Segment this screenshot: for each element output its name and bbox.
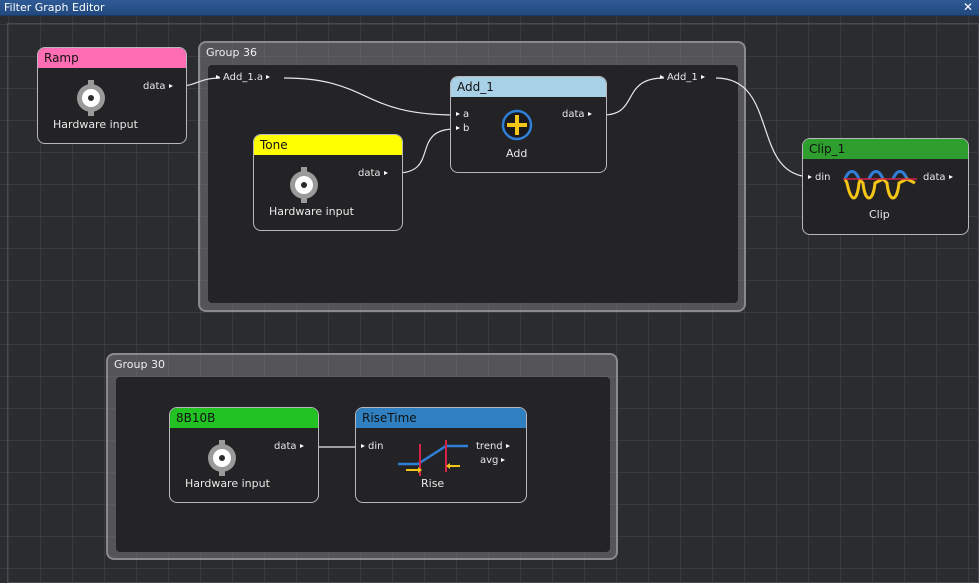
plus-circle-icon (501, 109, 533, 141)
triangle-icon (948, 175, 953, 179)
input-port-a[interactable]: a (453, 109, 469, 120)
triangle-icon (456, 112, 460, 116)
group-pin-add1[interactable]: Add_1 (657, 72, 708, 83)
output-port-data[interactable]: data (923, 172, 956, 183)
node-title: Add_1 (451, 77, 606, 97)
window-titlebar: Filter Graph Editor ✕ (0, 0, 979, 16)
input-port-din[interactable]: din (358, 441, 383, 452)
output-port-data[interactable]: data (562, 109, 595, 120)
node-risetime[interactable]: RiseTime din Rise trend avg (355, 407, 527, 503)
bnc-connector-icon (290, 167, 318, 203)
output-port-trend[interactable]: trend (476, 441, 513, 452)
triangle-icon (808, 175, 812, 179)
node-caption: Add (506, 147, 528, 160)
node-caption: Rise (421, 477, 445, 490)
bnc-connector-icon (208, 440, 236, 476)
node-caption: Clip (869, 208, 890, 221)
triangle-icon (505, 444, 510, 448)
group-pin-add1a[interactable]: Add_1.a (213, 72, 273, 83)
node-title: Ramp (38, 48, 186, 68)
triangle-icon (168, 84, 173, 88)
node-ramp[interactable]: Ramp Hardware input data (37, 47, 187, 144)
bnc-connector-icon (77, 80, 105, 116)
triangle-icon (383, 171, 388, 175)
triangle-icon (587, 112, 592, 116)
input-port-din[interactable]: din (805, 172, 830, 183)
node-caption: Hardware input (269, 205, 354, 218)
node-title: Tone (254, 135, 402, 155)
clipped-sine-icon (843, 170, 917, 200)
node-title: Clip_1 (803, 139, 968, 159)
node-clip[interactable]: Clip_1 din Clip data (802, 138, 969, 235)
triangle-icon (456, 126, 460, 130)
triangle-icon (501, 458, 506, 462)
node-caption: Hardware input (185, 477, 270, 490)
output-port-avg[interactable]: avg (480, 455, 508, 466)
node-add[interactable]: Add_1 a b Add data (450, 76, 607, 173)
output-port-data[interactable]: data (274, 441, 307, 452)
output-port-data[interactable]: data (358, 168, 391, 179)
triangle-icon (266, 75, 271, 79)
triangle-icon (299, 444, 304, 448)
output-port-data[interactable]: data (143, 81, 176, 92)
window-title: Filter Graph Editor (4, 1, 105, 14)
group-label: Group 36 (206, 46, 257, 59)
input-port-b[interactable]: b (453, 123, 469, 134)
triangle-icon (216, 75, 220, 79)
triangle-icon (361, 444, 365, 448)
node-tone[interactable]: Tone Hardware input data (253, 134, 403, 231)
node-title: RiseTime (356, 408, 526, 428)
node-title: 8B10B (170, 408, 318, 428)
node-8b10b[interactable]: 8B10B Hardware input data (169, 407, 319, 503)
close-icon[interactable]: ✕ (961, 0, 975, 14)
triangle-icon (700, 75, 705, 79)
node-caption: Hardware input (53, 118, 138, 131)
rise-time-icon (398, 440, 468, 476)
triangle-icon (660, 75, 664, 79)
group-label: Group 30 (114, 358, 165, 371)
